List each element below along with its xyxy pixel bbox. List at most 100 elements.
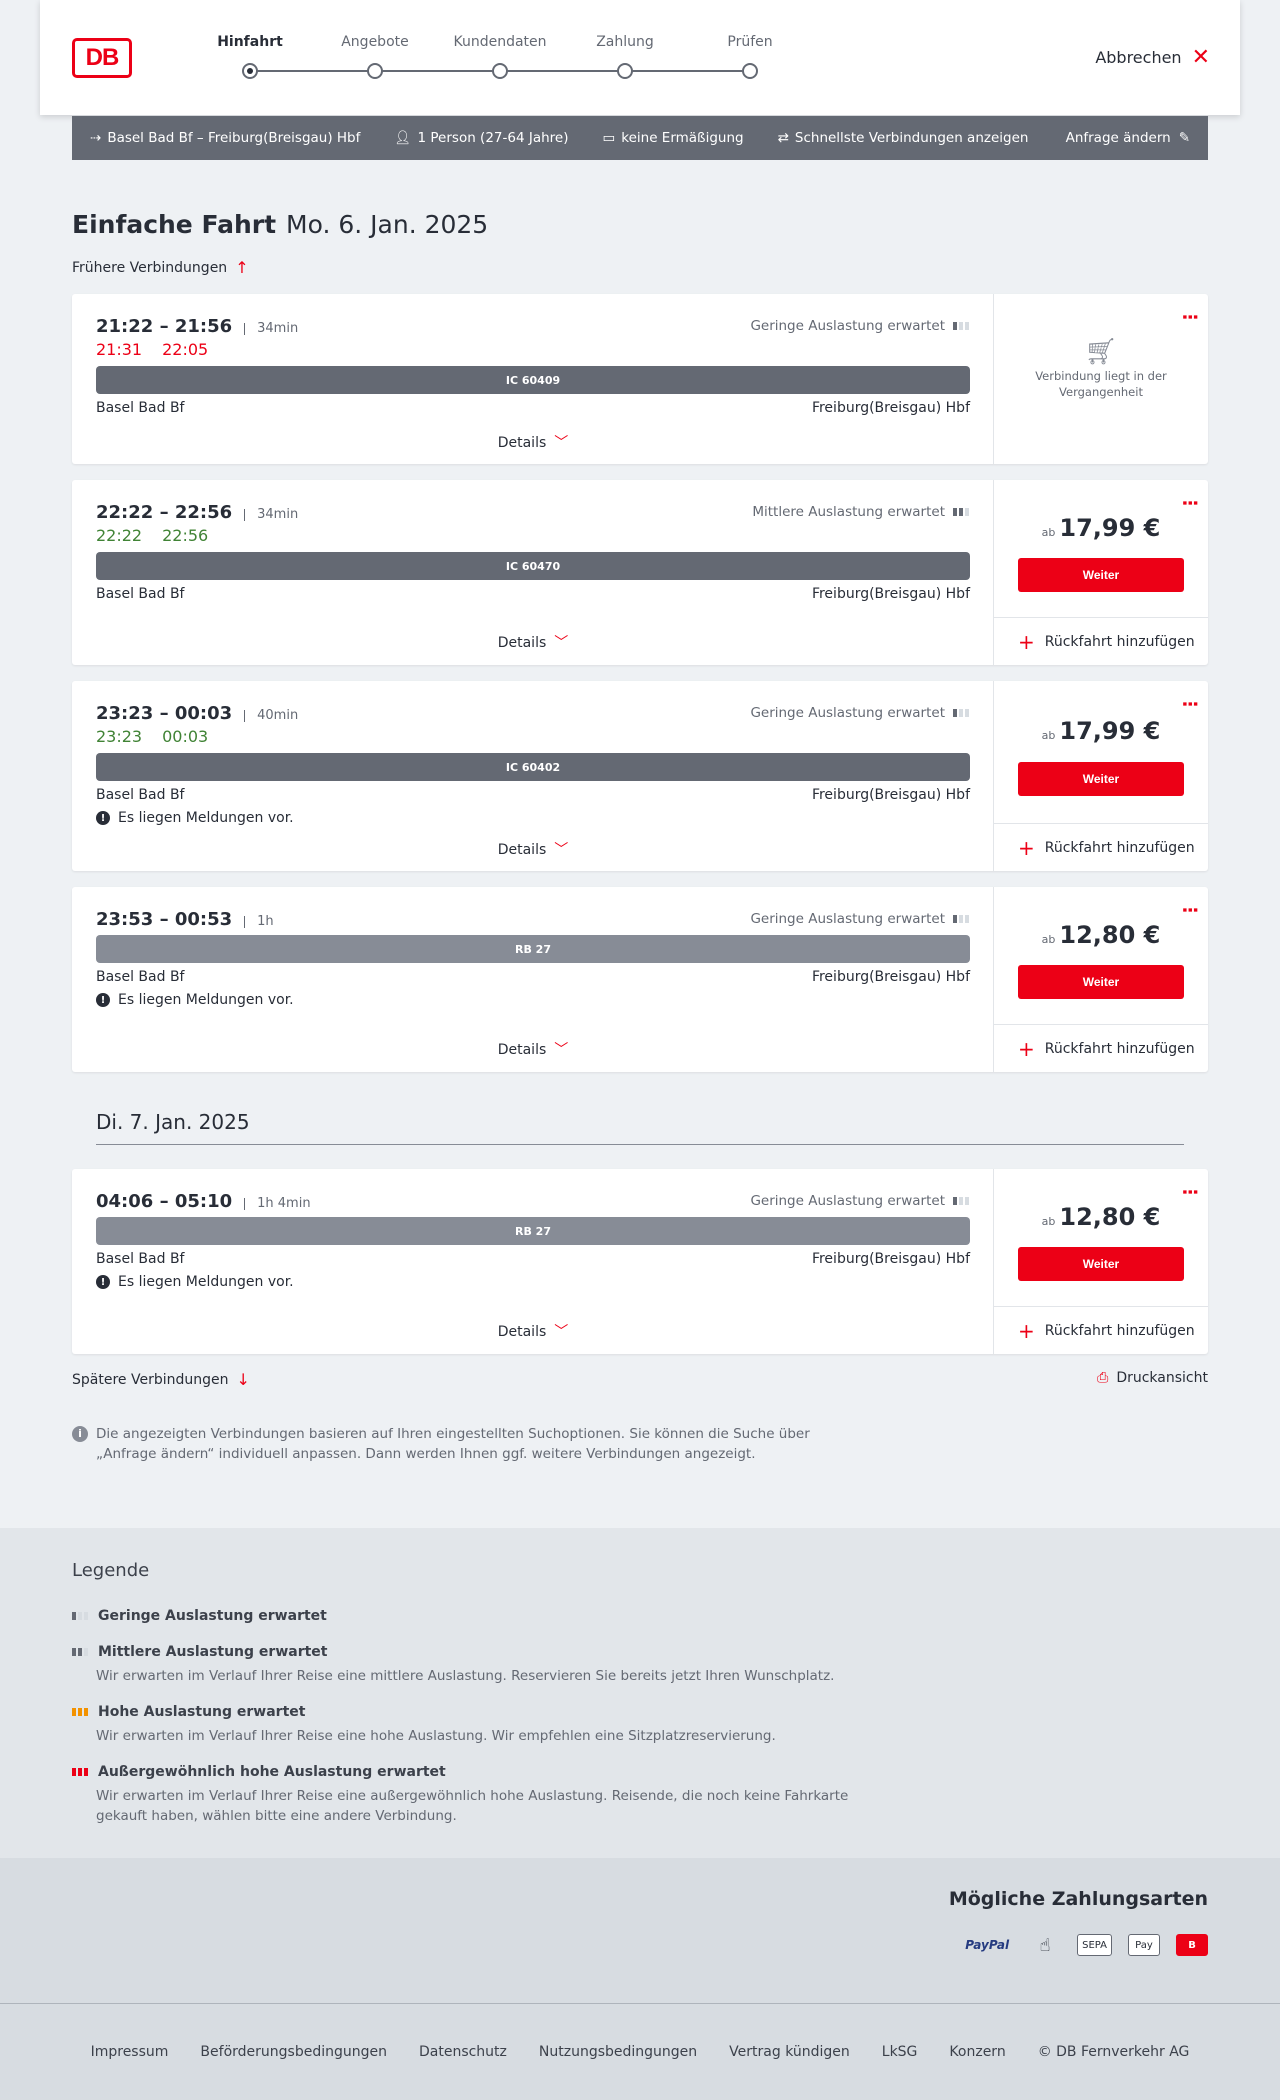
pencil-icon: ✎ (1178, 130, 1190, 146)
footer-link-nutzungsbedingungen[interactable]: Nutzungsbedingungen (539, 2044, 697, 2060)
connection-offer: ⋮ ab 12,80 € Weiter + Rückfahrt hinzufügen (994, 1169, 1208, 1354)
connection-times: 21:22 – 21:56 34min (96, 316, 298, 337)
step-label: Prüfen (727, 34, 773, 50)
price-value: 12,80 € (1059, 921, 1161, 949)
details-toggle[interactable]: Details ﹀ (72, 1039, 994, 1059)
footer-link-befoerderungsbedingungen[interactable]: Beförderungsbedingungen (200, 2044, 387, 2060)
occupancy-low-icon (953, 322, 969, 330)
legend-item-high: Hohe Auslastung erwartet Wir erwarten im… (72, 1704, 872, 1746)
print-label: Druckansicht (1116, 1370, 1208, 1386)
add-return-button[interactable]: + Rückfahrt hinzufügen (994, 1306, 1208, 1354)
details-toggle[interactable]: Details ﹀ (72, 839, 994, 859)
edit-request-label: Anfrage ändern (1065, 130, 1171, 146)
to-station: Freiburg(Breisgau) Hbf (811, 586, 970, 602)
step-angebote[interactable]: Angebote (315, 34, 435, 79)
db-logo-text: DB (85, 44, 120, 71)
train-bar[interactable]: RB 27 (96, 935, 970, 963)
print-view-link[interactable]: ⎙ Druckansicht (1097, 1370, 1208, 1386)
price: ab 17,99 € (994, 717, 1208, 745)
db-logo[interactable]: DB (72, 38, 132, 78)
weiter-label: Weiter (1082, 772, 1120, 786)
step-dot (367, 63, 383, 79)
step-zahlung[interactable]: Zahlung (565, 34, 685, 79)
planned-times: 23:23 – 00:03 (96, 703, 233, 724)
plus-icon: + (1018, 835, 1035, 860)
payment-title: Mögliche Zahlungsarten (948, 1888, 1208, 1910)
discount-summary[interactable]: ▭ keine Ermäßigung (602, 130, 743, 146)
duration: 34min (244, 508, 298, 521)
more-options-icon[interactable]: ⋮ (1179, 1183, 1200, 1201)
footer-link-lksg[interactable]: LkSG (882, 2044, 918, 2060)
to-station: Freiburg(Breisgau) Hbf (811, 1251, 970, 1267)
connection-offer: ⋮ ab 12,80 € Weiter + Rückfahrt hinzufügen (994, 887, 1208, 1072)
connection-times: 23:23 – 00:03 40min (96, 703, 298, 724)
header: DB Hinfahrt Angebote Kundendaten Zahlung… (40, 0, 1240, 115)
occupancy-high-icon (72, 1708, 88, 1716)
duration: 1h (244, 915, 274, 928)
weiter-button[interactable]: Weiter (1018, 558, 1184, 592)
legend-item-title: Hohe Auslastung erwartet (98, 1704, 306, 1720)
price: ab 12,80 € (994, 921, 1208, 949)
later-label: Spätere Verbindungen (72, 1371, 229, 1388)
disruption-message[interactable]: ! Es liegen Meldungen vor. (96, 810, 294, 826)
price-prefix: ab (1041, 933, 1056, 946)
footer-link-vertrag-kuendigen[interactable]: Vertrag kündigen (729, 2044, 850, 2060)
footer-link-impressum[interactable]: Impressum (91, 2044, 169, 2060)
realtime-arrival: 22:05 (162, 340, 209, 359)
add-return-label: Rückfahrt hinzufügen (1044, 633, 1195, 650)
search-summary-bar: ⇢ Basel Bad Bf – Freiburg(Breisgau) Hbf 👤… (72, 116, 1208, 160)
details-label: Details (497, 435, 547, 451)
train-bar[interactable]: IC 60470 (96, 552, 970, 580)
footer-link-konzern[interactable]: Konzern (949, 2044, 1005, 2060)
add-return-button[interactable]: + Rückfahrt hinzufügen (994, 1024, 1208, 1072)
train-bar[interactable]: RB 27 (96, 1217, 970, 1245)
train-bar[interactable]: IC 60409 (96, 366, 970, 394)
weiter-button[interactable]: Weiter (1018, 1247, 1184, 1281)
weiter-label: Weiter (1082, 568, 1120, 582)
add-return-button[interactable]: + Rückfahrt hinzufügen (994, 617, 1208, 665)
details-toggle[interactable]: Details ﹀ (72, 632, 994, 652)
step-label: Hinfahrt (217, 34, 283, 50)
more-options-icon[interactable]: ⋮ (1179, 695, 1200, 713)
persons-summary[interactable]: 👤︎ 1 Person (27-64 Jahre) (394, 130, 568, 146)
person-icon: 👤︎ (394, 130, 412, 146)
sepa-icon: SEPA (1077, 1934, 1112, 1956)
earlier-connections-link[interactable]: Frühere Verbindungen ↑ (72, 258, 249, 277)
occupancy-low-icon (953, 709, 969, 717)
close-icon: ✕ (1191, 44, 1210, 70)
realtime-times: 21:31 22:05 (96, 340, 208, 359)
cancel-button[interactable]: Abbrechen ✕ (1095, 44, 1210, 70)
realtime-departure: 23:23 (96, 727, 143, 746)
connection-offer: ⋮ ab 17,99 € Weiter + Rückfahrt hinzufügen (994, 681, 1208, 871)
more-options-icon[interactable]: ⋮ (1179, 494, 1200, 512)
persons-text: 1 Person (27-64 Jahre) (417, 130, 569, 146)
connection-card: 23:23 – 00:03 40min 23:23 00:03 Geringe Au… (72, 681, 1208, 871)
chevron-down-icon: ﹀ (554, 842, 569, 858)
details-toggle[interactable]: Details ﹀ (72, 432, 994, 452)
fastest-summary[interactable]: ⇄ Schnellste Verbindungen anzeigen (778, 130, 1029, 146)
disruption-message[interactable]: ! Es liegen Meldungen vor. (96, 992, 294, 1008)
weiter-button[interactable]: Weiter (1018, 762, 1184, 796)
weiter-button[interactable]: Weiter (1018, 965, 1184, 999)
footer-link-datenschutz[interactable]: Datenschutz (419, 2044, 507, 2060)
more-options-icon[interactable]: ⋮ (1179, 308, 1200, 326)
step-kundendaten[interactable]: Kundendaten (440, 34, 560, 79)
realtime-departure: 22:22 (96, 526, 143, 545)
earlier-label: Frühere Verbindungen (72, 259, 228, 276)
later-connections-link[interactable]: Spätere Verbindungen ↓ (72, 1370, 250, 1389)
edit-request-button[interactable]: Anfrage ändern ✎ (1066, 130, 1190, 146)
plus-icon: + (1018, 1036, 1035, 1061)
route-summary[interactable]: ⇢ Basel Bad Bf – Freiburg(Breisgau) Hbf (90, 130, 360, 146)
disruption-message[interactable]: ! Es liegen Meldungen vor. (96, 1274, 294, 1290)
step-hinfahrt[interactable]: Hinfahrt (190, 34, 310, 79)
step-pruefen[interactable]: Prüfen (690, 34, 810, 79)
step-dot (242, 63, 258, 79)
add-return-button[interactable]: + Rückfahrt hinzufügen (994, 823, 1208, 871)
message-text: Es liegen Meldungen vor. (118, 810, 294, 826)
add-return-label: Rückfahrt hinzufügen (1044, 1322, 1195, 1339)
occupancy-medium-icon (72, 1648, 88, 1656)
train-name: RB 27 (515, 1224, 551, 1238)
more-options-icon[interactable]: ⋮ (1179, 901, 1200, 919)
train-bar[interactable]: IC 60402 (96, 753, 970, 781)
details-toggle[interactable]: Details ﹀ (72, 1321, 994, 1341)
